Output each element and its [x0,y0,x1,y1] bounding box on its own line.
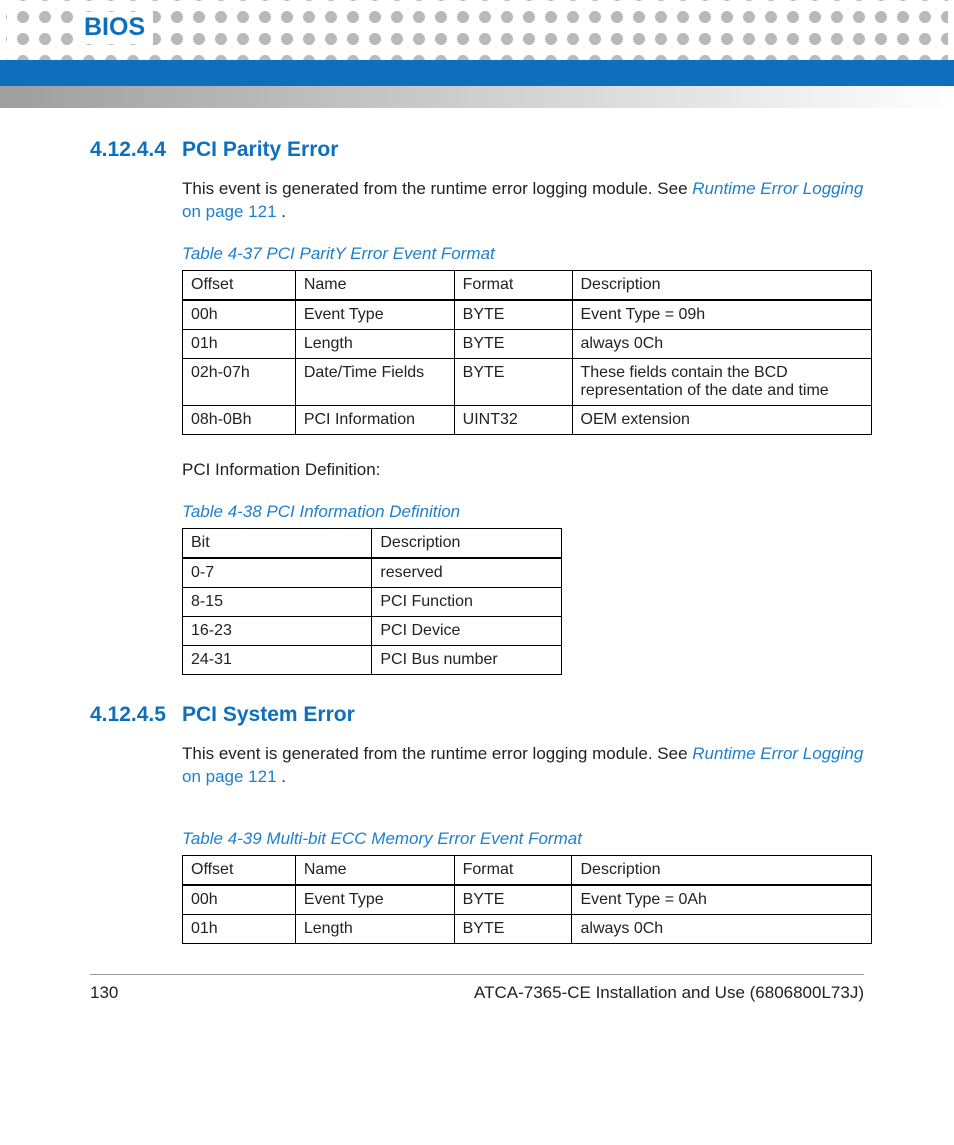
cross-reference-page[interactable]: on page 121 [182,202,277,221]
cross-reference-link[interactable]: Runtime Error Logging [692,179,863,198]
section-title: PCI System Error [182,703,355,727]
cross-reference-page[interactable]: on page 121 [182,767,277,786]
section-heading: 4.12.4.5 PCI System Error [90,703,864,727]
table-caption: Table 4-38 PCI Information Definition [182,502,864,522]
pci-parity-error-table: Offset Name Format Description 00h Event… [182,270,872,435]
table-row: 01h Length BYTE always 0Ch [183,329,872,358]
cross-reference-link[interactable]: Runtime Error Logging [692,744,863,763]
multi-bit-ecc-table: Offset Name Format Description 00h Event… [182,855,872,944]
table-header-row: Offset Name Format Description [183,270,872,300]
table-row: 16-23 PCI Device [183,616,562,645]
table-row: 24-31 PCI Bus number [183,645,562,674]
section-paragraph: This event is generated from the runtime… [182,743,864,789]
table-caption: Table 4-37 PCI ParitY Error Event Format [182,244,864,264]
pci-info-label: PCI Information Definition: [182,459,864,482]
table-row: 02h-07h Date/Time Fields BYTE These fiel… [183,358,872,405]
section-number: 4.12.4.5 [90,703,182,727]
chapter-title: BIOS [76,12,153,44]
header-gray-fade [0,86,954,108]
section-number: 4.12.4.4 [90,138,182,162]
header-dot-pattern: BIOS [6,0,948,60]
table-row: 00h Event Type BYTE Event Type = 0Ah [183,885,872,915]
section-title: PCI Parity Error [182,138,338,162]
pci-information-definition-table: Bit Description 0-7 reserved 8-15 PCI Fu… [182,528,562,675]
header-blue-bar [0,60,954,86]
page-footer: 130 ATCA-7365-CE Installation and Use (6… [90,974,864,1023]
table-header-row: Offset Name Format Description [183,855,872,885]
document-title: ATCA-7365-CE Installation and Use (68068… [474,983,864,1003]
section-heading: 4.12.4.4 PCI Parity Error [90,138,864,162]
table-row: 0-7 reserved [183,558,562,588]
table-row: 01h Length BYTE always 0Ch [183,914,872,943]
table-row: 00h Event Type BYTE Event Type = 09h [183,300,872,330]
table-row: 8-15 PCI Function [183,587,562,616]
page-number: 130 [90,983,118,1003]
table-caption: Table 4-39 Multi-bit ECC Memory Error Ev… [182,829,864,849]
table-row: 08h-0Bh PCI Information UINT32 OEM exten… [183,405,872,434]
section-paragraph: This event is generated from the runtime… [182,178,864,224]
table-header-row: Bit Description [183,528,562,558]
